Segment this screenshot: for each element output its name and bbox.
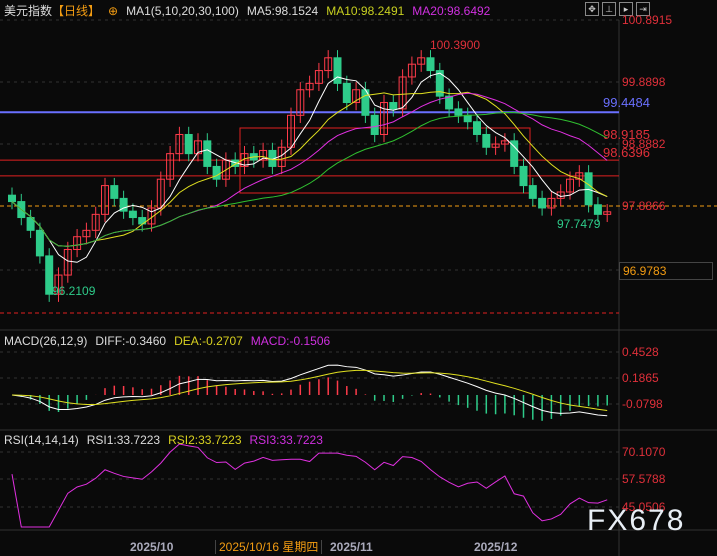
candle-body (8, 194, 16, 203)
axis-icon[interactable]: ⊥ (602, 2, 616, 16)
candle-body (426, 57, 435, 72)
ma20-line (11, 92, 608, 247)
rsi2-value: RSI2:33.7223 (168, 433, 242, 447)
rsi1-value: RSI1:33.7223 (86, 433, 161, 447)
candle-body (333, 57, 342, 84)
x-tick: 2025/10 (130, 540, 174, 554)
candle-body (528, 185, 537, 199)
candle-body (389, 102, 398, 110)
period-label[interactable]: 【日线】 (52, 4, 100, 18)
candle-body (473, 121, 481, 135)
x-tick: 2025/12 (474, 540, 518, 554)
candle-body (519, 165, 528, 187)
candle-body (370, 114, 379, 135)
main-header: 美元指数【日线】 ⊕ MA1(5,10,20,30,100) MA5:98.1524 M… (4, 2, 498, 19)
blue-line-label: 99.4484 (603, 95, 650, 110)
ma20-value: MA20:98.6492 (412, 4, 491, 18)
dea-value: DEA:-0.2707 (174, 334, 243, 348)
candle-body (110, 185, 119, 199)
macd-tick: 0.1865 (622, 371, 659, 385)
candle-body (454, 108, 463, 116)
candle-body (584, 172, 593, 206)
candle-body (203, 140, 212, 167)
macd-header: MACD(26,12,9) DIFF:-0.3460 DEA:-0.2707 MACD… (4, 334, 338, 348)
rsi3-value: RSI3:33.7223 (249, 433, 323, 447)
ma10-value: MA10:98.2491 (326, 4, 405, 18)
ma30-line (11, 112, 608, 247)
candle-body (463, 114, 472, 123)
move-icon[interactable]: ✥ (585, 2, 599, 16)
rsi-line (11, 443, 608, 528)
low-annotation: 96.2109 (52, 284, 96, 298)
macd-tick: 0.4528 (622, 345, 659, 359)
red-line1-label: 98.9185 (603, 127, 650, 142)
rsi-tick: 57.5788 (622, 472, 666, 486)
rsi-header: RSI(14,14,14) RSI1:33.7223 RSI2:33.7223 RSI… (4, 433, 331, 447)
ma5-line (11, 72, 608, 263)
candle-body (128, 210, 137, 219)
candle-body (482, 133, 491, 148)
high-annotation: 100.3900 (430, 38, 481, 52)
candle-body (212, 165, 221, 180)
price-tick: 99.8898 (622, 75, 666, 89)
ma5-value: MA5:98.1524 (246, 4, 319, 18)
macd-label: MACD(26,12,9) (4, 334, 88, 348)
crosshair-date: 2025/10/16 星期四 (215, 540, 323, 554)
macd-tick: -0.0798 (622, 397, 663, 411)
recent-low-annotation: 97.7479 (557, 217, 601, 231)
candle-body (593, 204, 602, 215)
red-line2-label: 98.6396 (603, 145, 650, 160)
chart-canvas[interactable] (0, 0, 717, 556)
current-price-tag: 96.9783 (619, 262, 713, 280)
rsi-label: RSI(14,14,14) (4, 433, 79, 447)
x-tick: 2025/11 (330, 540, 373, 554)
price-tick: 100.8915 (622, 13, 673, 27)
ma10-line (11, 91, 608, 247)
macd-value: MACD:-0.1506 (250, 334, 331, 348)
instrument-title: 美元指数 (4, 4, 53, 18)
diff-value: DIFF:-0.3460 (95, 334, 167, 348)
candle-body (184, 133, 193, 155)
price-tick: 97.8866 (622, 199, 666, 213)
crosshair-icon[interactable]: ⊕ (108, 4, 118, 18)
ma-params[interactable]: MA1(5,10,20,30,100) (126, 4, 239, 18)
rsi-tick: 70.1070 (622, 445, 666, 459)
candle-body (342, 82, 351, 104)
candle-body (35, 229, 44, 257)
watermark-logo: FX678 (587, 504, 686, 537)
candle-body (538, 197, 547, 209)
